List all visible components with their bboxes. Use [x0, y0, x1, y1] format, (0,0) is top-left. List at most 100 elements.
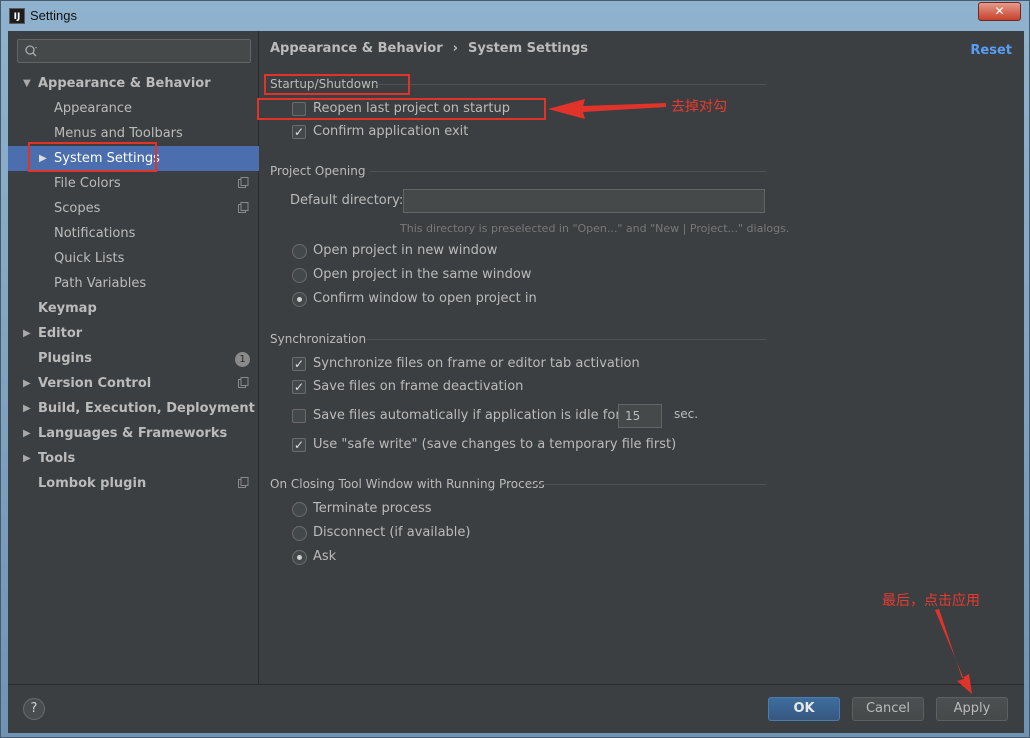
settings-content: Appearance & Behavior › System Settings Re…	[260, 31, 1024, 684]
confirm-window-radio[interactable]: Confirm window to open project in	[292, 289, 537, 309]
default-directory-label: Default directory:	[290, 193, 404, 208]
chevron-right-icon[interactable]: ▶	[23, 421, 35, 446]
synchronization-group-title: Synchronization	[270, 332, 367, 346]
default-directory-input[interactable]	[403, 189, 765, 213]
radio-button[interactable]	[292, 502, 307, 517]
checkbox-box[interactable]	[292, 435, 306, 455]
sidebar-item-label: Languages & Frameworks	[38, 426, 228, 441]
ask-radio[interactable]: Ask	[292, 547, 372, 567]
breadcrumb-parent: Appearance & Behavior	[270, 41, 443, 56]
reset-link[interactable]: Reset	[970, 43, 1012, 58]
chevron-right-icon[interactable]: ▶	[23, 446, 35, 471]
group-divider	[530, 484, 766, 485]
project-opening-group-title: Project Opening	[270, 164, 366, 178]
help-button[interactable]: ?	[23, 698, 45, 720]
sidebar-item-label: Plugins	[38, 351, 92, 366]
safe-write-checkbox[interactable]: Use "safe write" (save changes to a temp…	[292, 435, 676, 455]
sidebar-item-label: Tools	[38, 451, 76, 466]
checkbox-box[interactable]	[292, 122, 306, 142]
group-divider	[366, 339, 766, 340]
window-close-button[interactable]: ✕	[978, 2, 1021, 21]
disconnect-radio[interactable]: Disconnect (if available)	[292, 523, 472, 543]
radio-button[interactable]	[292, 268, 307, 283]
checkbox-label: Use "safe write" (save changes to a temp…	[313, 437, 677, 452]
sidebar-item-label: Appearance & Behavior	[38, 76, 211, 91]
sidebar-item-label: Appearance	[54, 101, 133, 116]
radio-label: Open project in new window	[313, 243, 498, 258]
settings-tree: ▼ Appearance & Behavior Appearance Menus…	[8, 71, 259, 496]
sidebar-item-label: Lombok plugin	[38, 476, 147, 491]
intellij-app-icon: IJ	[9, 8, 25, 24]
update-count-badge: 1	[235, 352, 250, 367]
annotation-uncheck-note: 去掉对勾	[671, 99, 727, 115]
settings-sidebar: ▼ Appearance & Behavior Appearance Menus…	[8, 31, 259, 684]
open-same-window-radio[interactable]: Open project in the same window	[292, 265, 531, 285]
search-icon	[25, 45, 37, 57]
checkbox-box[interactable]	[292, 409, 306, 423]
chevron-right-icon[interactable]: ▶	[23, 371, 35, 396]
sidebar-item-version-control[interactable]: ▶ Version Control	[8, 371, 259, 396]
closing-group-title: On Closing Tool Window with Running Proc…	[270, 477, 545, 491]
sidebar-item-appearance[interactable]: Appearance	[8, 96, 259, 121]
default-directory-hint: This directory is preselected in "Open..…	[400, 222, 790, 235]
terminate-process-radio[interactable]: Terminate process	[292, 499, 452, 519]
radio-button[interactable]	[292, 526, 307, 541]
chevron-right-icon[interactable]: ▶	[23, 321, 35, 346]
chevron-right-icon[interactable]: ▶	[23, 396, 35, 421]
ok-button[interactable]: OK	[768, 697, 840, 721]
window-title: Settings	[30, 8, 77, 23]
sidebar-item-file-colors[interactable]: File Colors	[8, 171, 259, 196]
apply-button[interactable]: Apply	[936, 697, 1008, 721]
group-divider	[370, 171, 766, 172]
radio-label: Ask	[313, 549, 337, 564]
checkbox-label: Confirm application exit	[313, 124, 469, 139]
sidebar-item-label: Build, Execution, Deployment	[38, 401, 255, 416]
sidebar-item-label: File Colors	[54, 176, 121, 191]
radio-label: Open project in the same window	[313, 267, 532, 282]
checkbox-box[interactable]	[292, 377, 306, 397]
sidebar-item-keymap[interactable]: Keymap	[8, 296, 259, 321]
sync-files-checkbox[interactable]: Synchronize files on frame or editor tab…	[292, 354, 640, 374]
radio-label: Disconnect (if available)	[313, 525, 471, 540]
radio-label: Confirm window to open project in	[313, 291, 537, 306]
breadcrumb-separator: ›	[452, 41, 458, 56]
dialog-body: ▼ Appearance & Behavior Appearance Menus…	[8, 31, 1024, 733]
radio-button[interactable]	[292, 292, 307, 307]
project-scope-icon	[238, 477, 249, 488]
checkbox-label: Save files on frame deactivation	[313, 379, 524, 394]
sidebar-item-appearance-behavior[interactable]: ▼ Appearance & Behavior	[8, 71, 259, 96]
radio-button[interactable]	[292, 244, 307, 259]
chevron-down-icon[interactable]: ▼	[23, 71, 35, 96]
search-input[interactable]	[17, 39, 251, 63]
sidebar-item-editor[interactable]: ▶ Editor	[8, 321, 259, 346]
sidebar-item-path-variables[interactable]: Path Variables	[8, 271, 259, 296]
idle-seconds-input[interactable]: 15	[618, 404, 662, 428]
title-bar[interactable]: IJ Settings ✕	[1, 1, 1029, 31]
save-on-deactivation-checkbox[interactable]: Save files on frame deactivation	[292, 377, 523, 397]
sidebar-item-scopes[interactable]: Scopes	[8, 196, 259, 221]
sidebar-item-quick-lists[interactable]: Quick Lists	[8, 246, 259, 271]
radio-button[interactable]	[292, 550, 307, 565]
annotation-apply-note: 最后，点击应用	[882, 593, 980, 609]
checkbox-box[interactable]	[292, 354, 306, 374]
idle-unit-label: sec.	[674, 407, 699, 421]
group-divider	[376, 84, 766, 85]
sidebar-item-languages-frameworks[interactable]: ▶ Languages & Frameworks	[8, 421, 259, 446]
save-when-idle-checkbox[interactable]: Save files automatically if application …	[292, 406, 621, 426]
project-scope-icon	[238, 177, 249, 188]
radio-label: Terminate process	[313, 501, 432, 516]
sidebar-item-label: Notifications	[54, 226, 136, 241]
confirm-exit-checkbox[interactable]: Confirm application exit	[292, 122, 492, 142]
breadcrumb-current: System Settings	[468, 41, 589, 56]
sidebar-item-lombok-plugin[interactable]: Lombok plugin	[8, 471, 259, 496]
sidebar-item-plugins[interactable]: Plugins 1	[8, 346, 259, 371]
breadcrumb: Appearance & Behavior › System Settings	[270, 41, 588, 56]
sidebar-item-label: Editor	[38, 326, 83, 341]
sidebar-item-label: Keymap	[38, 301, 97, 316]
sidebar-item-tools[interactable]: ▶ Tools	[8, 446, 259, 471]
sidebar-item-build-execution-deployment[interactable]: ▶ Build, Execution, Deployment	[8, 396, 259, 421]
checkbox-label: Synchronize files on frame or editor tab…	[313, 356, 640, 371]
open-new-window-radio[interactable]: Open project in new window	[292, 241, 497, 261]
sidebar-item-notifications[interactable]: Notifications	[8, 221, 259, 246]
cancel-button[interactable]: Cancel	[852, 697, 924, 721]
